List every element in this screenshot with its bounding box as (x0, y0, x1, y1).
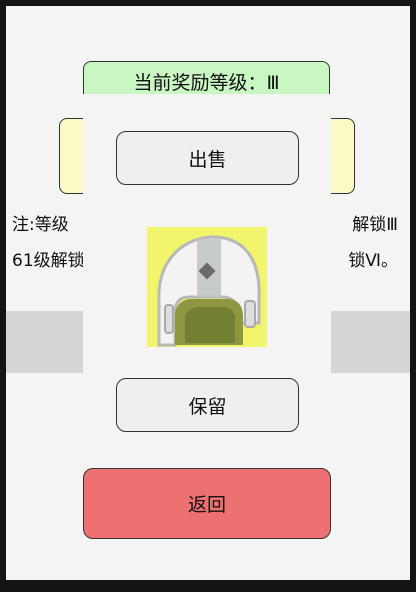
note-line-1-right: 解锁Ⅲ (352, 215, 398, 235)
helmet-icon (147, 227, 267, 347)
note-line-2-left: 61级解锁 (12, 251, 85, 271)
keep-button[interactable]: 保留 (116, 378, 299, 432)
note-line-1-left: 注:等级 (12, 215, 69, 235)
back-button[interactable]: 返回 (83, 468, 331, 539)
reward-level-label: 当前奖励等级：Ⅲ (133, 71, 280, 94)
note-line-2-right: 锁Ⅵ。 (348, 251, 398, 271)
sell-button[interactable]: 出售 (116, 131, 299, 185)
app-screen: 当前奖励等级：Ⅲ 注:等级 解锁Ⅲ 61级解锁 锁Ⅵ。 出售 保留 返回 (6, 6, 410, 580)
